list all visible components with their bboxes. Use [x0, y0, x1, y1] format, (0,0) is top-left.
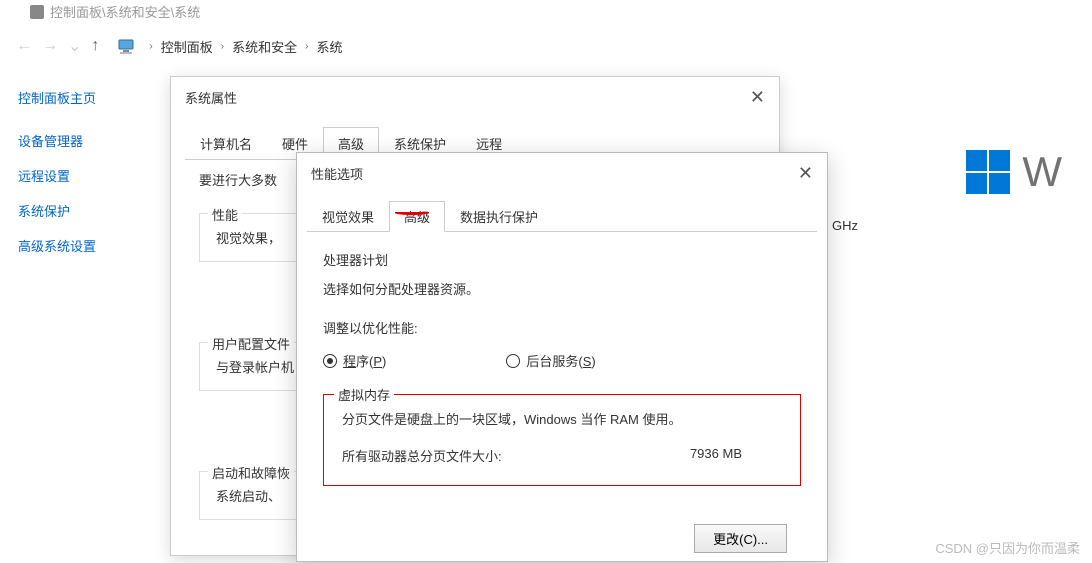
breadcrumb[interactable]: › 控制面板 › 系统和安全 › 系统: [143, 37, 344, 56]
radio-programs[interactable]: 程序(P): [323, 351, 386, 370]
virtual-memory-group: 虚拟内存 分页文件是硬盘上的一块区域，Windows 当作 RAM 使用。 所有…: [323, 394, 801, 486]
radio-background[interactable]: 后台服务(S): [506, 351, 595, 370]
sidebar-item-advanced[interactable]: 高级系统设置: [18, 236, 158, 255]
windows-flag-icon: [966, 150, 1010, 194]
radio-icon: [323, 354, 337, 368]
adjust-label: 调整以优化性能:: [323, 318, 801, 337]
vm-total-value: 7936 MB: [690, 446, 742, 465]
chevron-right-icon[interactable]: ›: [305, 41, 308, 52]
dialog-title: 性能选项: [311, 164, 363, 183]
breadcrumb-item[interactable]: 控制面板: [161, 37, 213, 56]
tab-advanced[interactable]: 高级: [389, 201, 445, 232]
annotation-mark: [395, 211, 429, 215]
recent-dropdown-icon[interactable]: ⌄: [68, 36, 81, 56]
window-titlebar: 控制面板\系统和安全\系统: [0, 0, 230, 23]
app-icon: [30, 5, 44, 19]
dialog2-body: 处理器计划 选择如何分配处理器资源。 调整以优化性能: 程序(P) 后台服务(S…: [297, 232, 827, 504]
sidebar-item-device-manager[interactable]: 设备管理器: [18, 131, 158, 150]
forward-arrow-icon[interactable]: →: [42, 37, 58, 55]
close-icon[interactable]: ✕: [798, 163, 813, 184]
breadcrumb-item[interactable]: 系统和安全: [232, 37, 297, 56]
window-title-text: 控制面板\系统和安全\系统: [50, 2, 200, 21]
group-label: 用户配置文件: [208, 334, 294, 353]
tab-dep[interactable]: 数据执行保护: [445, 201, 553, 232]
chevron-right-icon[interactable]: ›: [221, 41, 224, 52]
breadcrumb-item[interactable]: 系统: [316, 37, 342, 56]
cpu-section-title: 处理器计划: [323, 250, 801, 269]
vm-total-label: 所有驱动器总分页文件大小:: [342, 446, 502, 465]
address-bar: ← → ⌄ ↑ › 控制面板 › 系统和安全 › 系统: [0, 30, 1092, 62]
chevron-right-icon[interactable]: ›: [149, 41, 152, 52]
dialog-title: 系统属性: [185, 88, 237, 107]
cpu-ghz-label: GHz: [832, 218, 858, 233]
performance-options-tabs: 视觉效果 高级 数据执行保护: [307, 200, 817, 232]
group-label: 启动和故障恢: [208, 463, 294, 482]
computer-icon: [117, 39, 135, 53]
radio-group: 程序(P) 后台服务(S): [323, 351, 801, 370]
performance-options-dialog: 性能选项 ✕ 视觉效果 高级 数据执行保护 处理器计划 选择如何分配处理器资源。…: [296, 152, 828, 562]
tab-visual-effects[interactable]: 视觉效果: [307, 201, 389, 232]
sidebar-item-remote[interactable]: 远程设置: [18, 166, 158, 185]
back-arrow-icon[interactable]: ←: [16, 37, 32, 55]
radio-label: 程序(P): [343, 351, 386, 370]
windows-text: W: [1022, 148, 1062, 196]
sidebar-item-protection[interactable]: 系统保护: [18, 201, 158, 220]
group-label: 性能: [208, 205, 242, 224]
group-label: 虚拟内存: [334, 385, 394, 404]
cpu-section-desc: 选择如何分配处理器资源。: [323, 279, 801, 298]
vm-desc: 分页文件是硬盘上的一块区域，Windows 当作 RAM 使用。: [342, 409, 782, 428]
sidebar-item-home[interactable]: 控制面板主页: [18, 88, 158, 107]
change-button[interactable]: 更改(C)...: [694, 524, 787, 553]
radio-icon: [506, 354, 520, 368]
tab-computer-name[interactable]: 计算机名: [185, 127, 267, 160]
up-arrow-icon[interactable]: ↑: [91, 37, 99, 55]
windows-logo: W: [966, 148, 1062, 196]
watermark: CSDN @只因为你而温柔: [935, 538, 1080, 557]
close-icon[interactable]: ✕: [750, 87, 765, 108]
radio-label: 后台服务(S): [526, 351, 595, 370]
sidebar: 控制面板主页 设备管理器 远程设置 系统保护 高级系统设置: [18, 88, 158, 271]
